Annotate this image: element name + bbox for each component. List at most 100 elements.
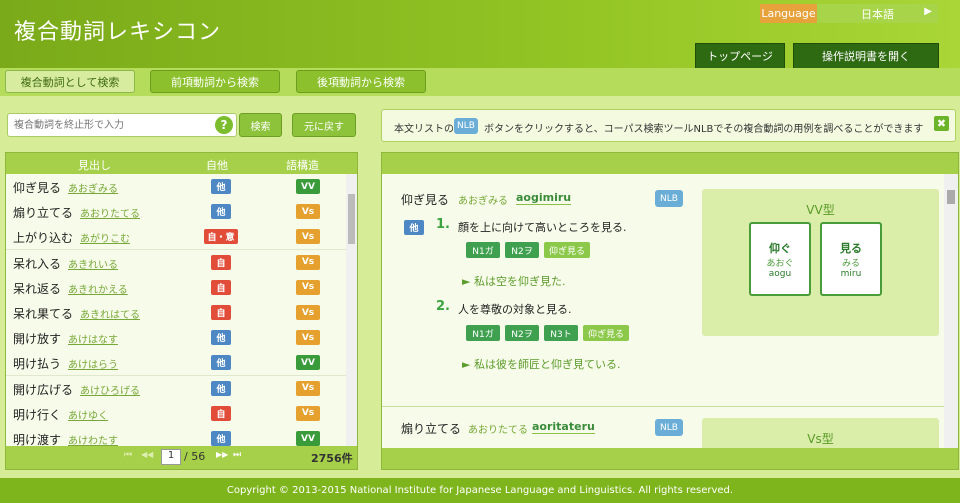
list-item-word: 仰ぎ見る xyxy=(13,181,62,195)
list-pager: ⏮ ◀◀ 1 / 56 ▶▶ ⏭ 2756件 xyxy=(6,446,357,469)
jita-badge: 自 xyxy=(211,279,231,295)
detail-panel: 仰ぎ見る あおぎみる aogimiru NLB 他 1. 顔を上に向けて高いとこ… xyxy=(381,152,959,470)
tab-back-verb[interactable]: 後項動詞から検索 xyxy=(296,70,426,93)
list-item-kana[interactable]: あけゆく xyxy=(68,407,108,422)
entry-romaji: aoritateru xyxy=(532,420,595,434)
language-value-text: 日本語 xyxy=(861,7,894,21)
sense-definition: 顔を上に向けて高いところを見る. xyxy=(458,221,627,234)
list-item-kana[interactable]: あがりこむ xyxy=(80,230,130,245)
list-item-word: 煽り立てる xyxy=(13,206,74,221)
search-button[interactable]: 検索 xyxy=(239,113,282,137)
structure-badge: VV xyxy=(296,355,320,371)
jita-badge: 自 xyxy=(211,254,231,270)
sense-definition: 人を尊敬の対象と見る. xyxy=(458,303,572,316)
tab-compound[interactable]: 複合動詞として検索 xyxy=(5,70,135,93)
prev-page-icon[interactable]: ◀◀ xyxy=(141,450,153,459)
jita-badge: 他 xyxy=(404,220,424,235)
entry-divider xyxy=(382,406,944,407)
list-item[interactable]: 呆れ返る あきれかえる 自 Vs xyxy=(6,274,346,301)
jita-badge: 他 xyxy=(211,355,231,371)
component-kanji: 見る xyxy=(840,242,862,255)
structure-type-title: Vs型 xyxy=(807,432,834,446)
list-item[interactable]: 開け広げる あけひろげる 他 Vs xyxy=(6,375,346,402)
list-item-kana[interactable]: あけはらう xyxy=(68,356,118,371)
list-scrollbar[interactable] xyxy=(346,174,357,446)
search-input[interactable] xyxy=(7,113,237,137)
list-item-word: 上がり込む xyxy=(13,231,74,246)
component-kana: あおぐ xyxy=(766,259,794,269)
list-item-kana[interactable]: あけひろげる xyxy=(80,382,140,397)
scroll-thumb[interactable] xyxy=(348,194,355,244)
list-item[interactable]: 煽り立てる あおりたてる 他 Vs xyxy=(6,199,346,226)
detail-header xyxy=(382,153,958,174)
list-item-word: 呆れ入る xyxy=(13,256,62,271)
list-item[interactable]: 仰ぎ見る あおぎみる 他 VV xyxy=(6,174,346,200)
chevron-right-icon: ▶ xyxy=(924,6,932,17)
close-icon[interactable]: ✖ xyxy=(934,116,949,131)
structure-badge: Vs xyxy=(296,254,320,270)
jita-badge: 他 xyxy=(211,431,231,446)
list-item[interactable]: 開け放す あけはなす 他 Vs xyxy=(6,325,346,352)
list-item-kana[interactable]: あけはなす xyxy=(68,331,118,346)
result-count: 2756件 xyxy=(311,452,353,465)
arg-badge: N2ヲ xyxy=(505,242,539,258)
top-page-button[interactable]: トップページ xyxy=(695,43,785,69)
footer-copyright: Copyright © 2013-2015 National Institute… xyxy=(0,478,960,503)
list-item-word: 呆れ返る xyxy=(13,281,62,296)
search-mode-tabs: 複合動詞として検索 前項動詞から検索 後項動詞から検索 xyxy=(0,68,960,96)
structure-badge: VV xyxy=(296,431,320,446)
nlb-button[interactable]: NLB xyxy=(655,190,683,207)
list-item-kana[interactable]: あきれかえる xyxy=(68,281,128,296)
notice-pre: 本文リストの xyxy=(394,124,454,135)
list-item-kana[interactable]: あきれはてる xyxy=(80,306,140,321)
list-item-kana[interactable]: あきれいる xyxy=(68,256,118,271)
jita-badge: 他 xyxy=(211,204,231,220)
nlb-button[interactable]: NLB xyxy=(655,419,683,436)
arg-badge: 仰ぎ見る xyxy=(583,325,629,341)
list-item[interactable]: 上がり込む あがりこむ 自・意 Vs xyxy=(6,224,346,251)
list-item[interactable]: 明け払う あけはらう 他 VV xyxy=(6,350,346,377)
entry-word: 仰ぎ見る xyxy=(401,193,450,207)
detail-scrollbar[interactable] xyxy=(944,174,958,448)
list-item-kana[interactable]: あおりたてる xyxy=(80,205,140,220)
nlb-badge: NLB xyxy=(454,118,478,134)
result-list: 見出し 自他 語構造 仰ぎ見る あおぎみる他 VV 煽り立てる あおりたてる他 Vs 上がり… xyxy=(5,152,358,470)
list-item[interactable]: 明け行く あけゆく 自 Vs xyxy=(6,400,346,427)
page-total: / 56 xyxy=(184,450,206,463)
language-value[interactable]: 日本語 ▶ xyxy=(817,4,938,23)
tab-front-verb[interactable]: 前項動詞から検索 xyxy=(150,70,280,93)
component-romaji: aogu xyxy=(768,269,792,279)
structure-type-title: VV型 xyxy=(806,203,835,217)
list-item[interactable]: 呆れ果てる あきれはてる 自 Vs xyxy=(6,300,346,326)
structure-badge: Vs xyxy=(296,305,320,320)
last-page-icon[interactable]: ⏭ xyxy=(233,450,241,460)
list-rows: 仰ぎ見る あおぎみる他 VV 煽り立てる あおりたてる他 Vs 上がり込む あがりこむ 自・意 V… xyxy=(6,174,346,446)
reset-button[interactable]: 元に戻す xyxy=(292,113,356,137)
arg-badge: N1ガ xyxy=(466,325,500,341)
jita-badge: 他 xyxy=(211,330,231,346)
component-kanji: 仰ぐ xyxy=(769,242,791,255)
open-manual-button[interactable]: 操作説明書を開く xyxy=(793,43,939,69)
list-item-word: 開け放す xyxy=(13,332,62,347)
next-page-icon[interactable]: ▶▶ xyxy=(216,450,228,459)
entry-kana: あおぎみる xyxy=(458,196,508,207)
list-item[interactable]: 明け渡す あけわたす 他 VV xyxy=(6,426,346,446)
example-sentence: ► 私は彼を師匠と仰ぎ見ている. xyxy=(462,358,621,371)
scroll-thumb[interactable] xyxy=(947,190,955,204)
jita-badge: 自 xyxy=(211,405,231,421)
jita-badge: 他 xyxy=(211,179,231,194)
header: 複合動詞レキシコン Language 日本語 ▶ トップページ 操作説明書を開く xyxy=(0,0,960,69)
sense-number: 2. xyxy=(436,299,450,314)
header-jita: 自他 xyxy=(206,159,228,172)
list-item-word: 呆れ果てる xyxy=(13,307,74,321)
list-item[interactable]: 呆れ入る あきれいる 自 Vs xyxy=(6,249,346,276)
help-icon[interactable]: ? xyxy=(215,116,233,134)
structure-box: VV型 仰ぐ あおぐ aogu 見る みる miru xyxy=(702,189,939,336)
first-page-icon[interactable]: ⏮ xyxy=(124,450,132,460)
list-item-kana[interactable]: あけわたす xyxy=(68,432,118,446)
nlb-notice: 本文リストの NLB ボタンをクリックすると、コーパス検索ツールNLBでその複合… xyxy=(381,109,956,142)
jita-badge: 他 xyxy=(211,380,231,396)
list-item-kana[interactable]: あおぎみる xyxy=(68,180,118,195)
page-number-input[interactable]: 1 xyxy=(161,449,181,465)
language-selector[interactable]: Language 日本語 ▶ xyxy=(760,4,938,23)
